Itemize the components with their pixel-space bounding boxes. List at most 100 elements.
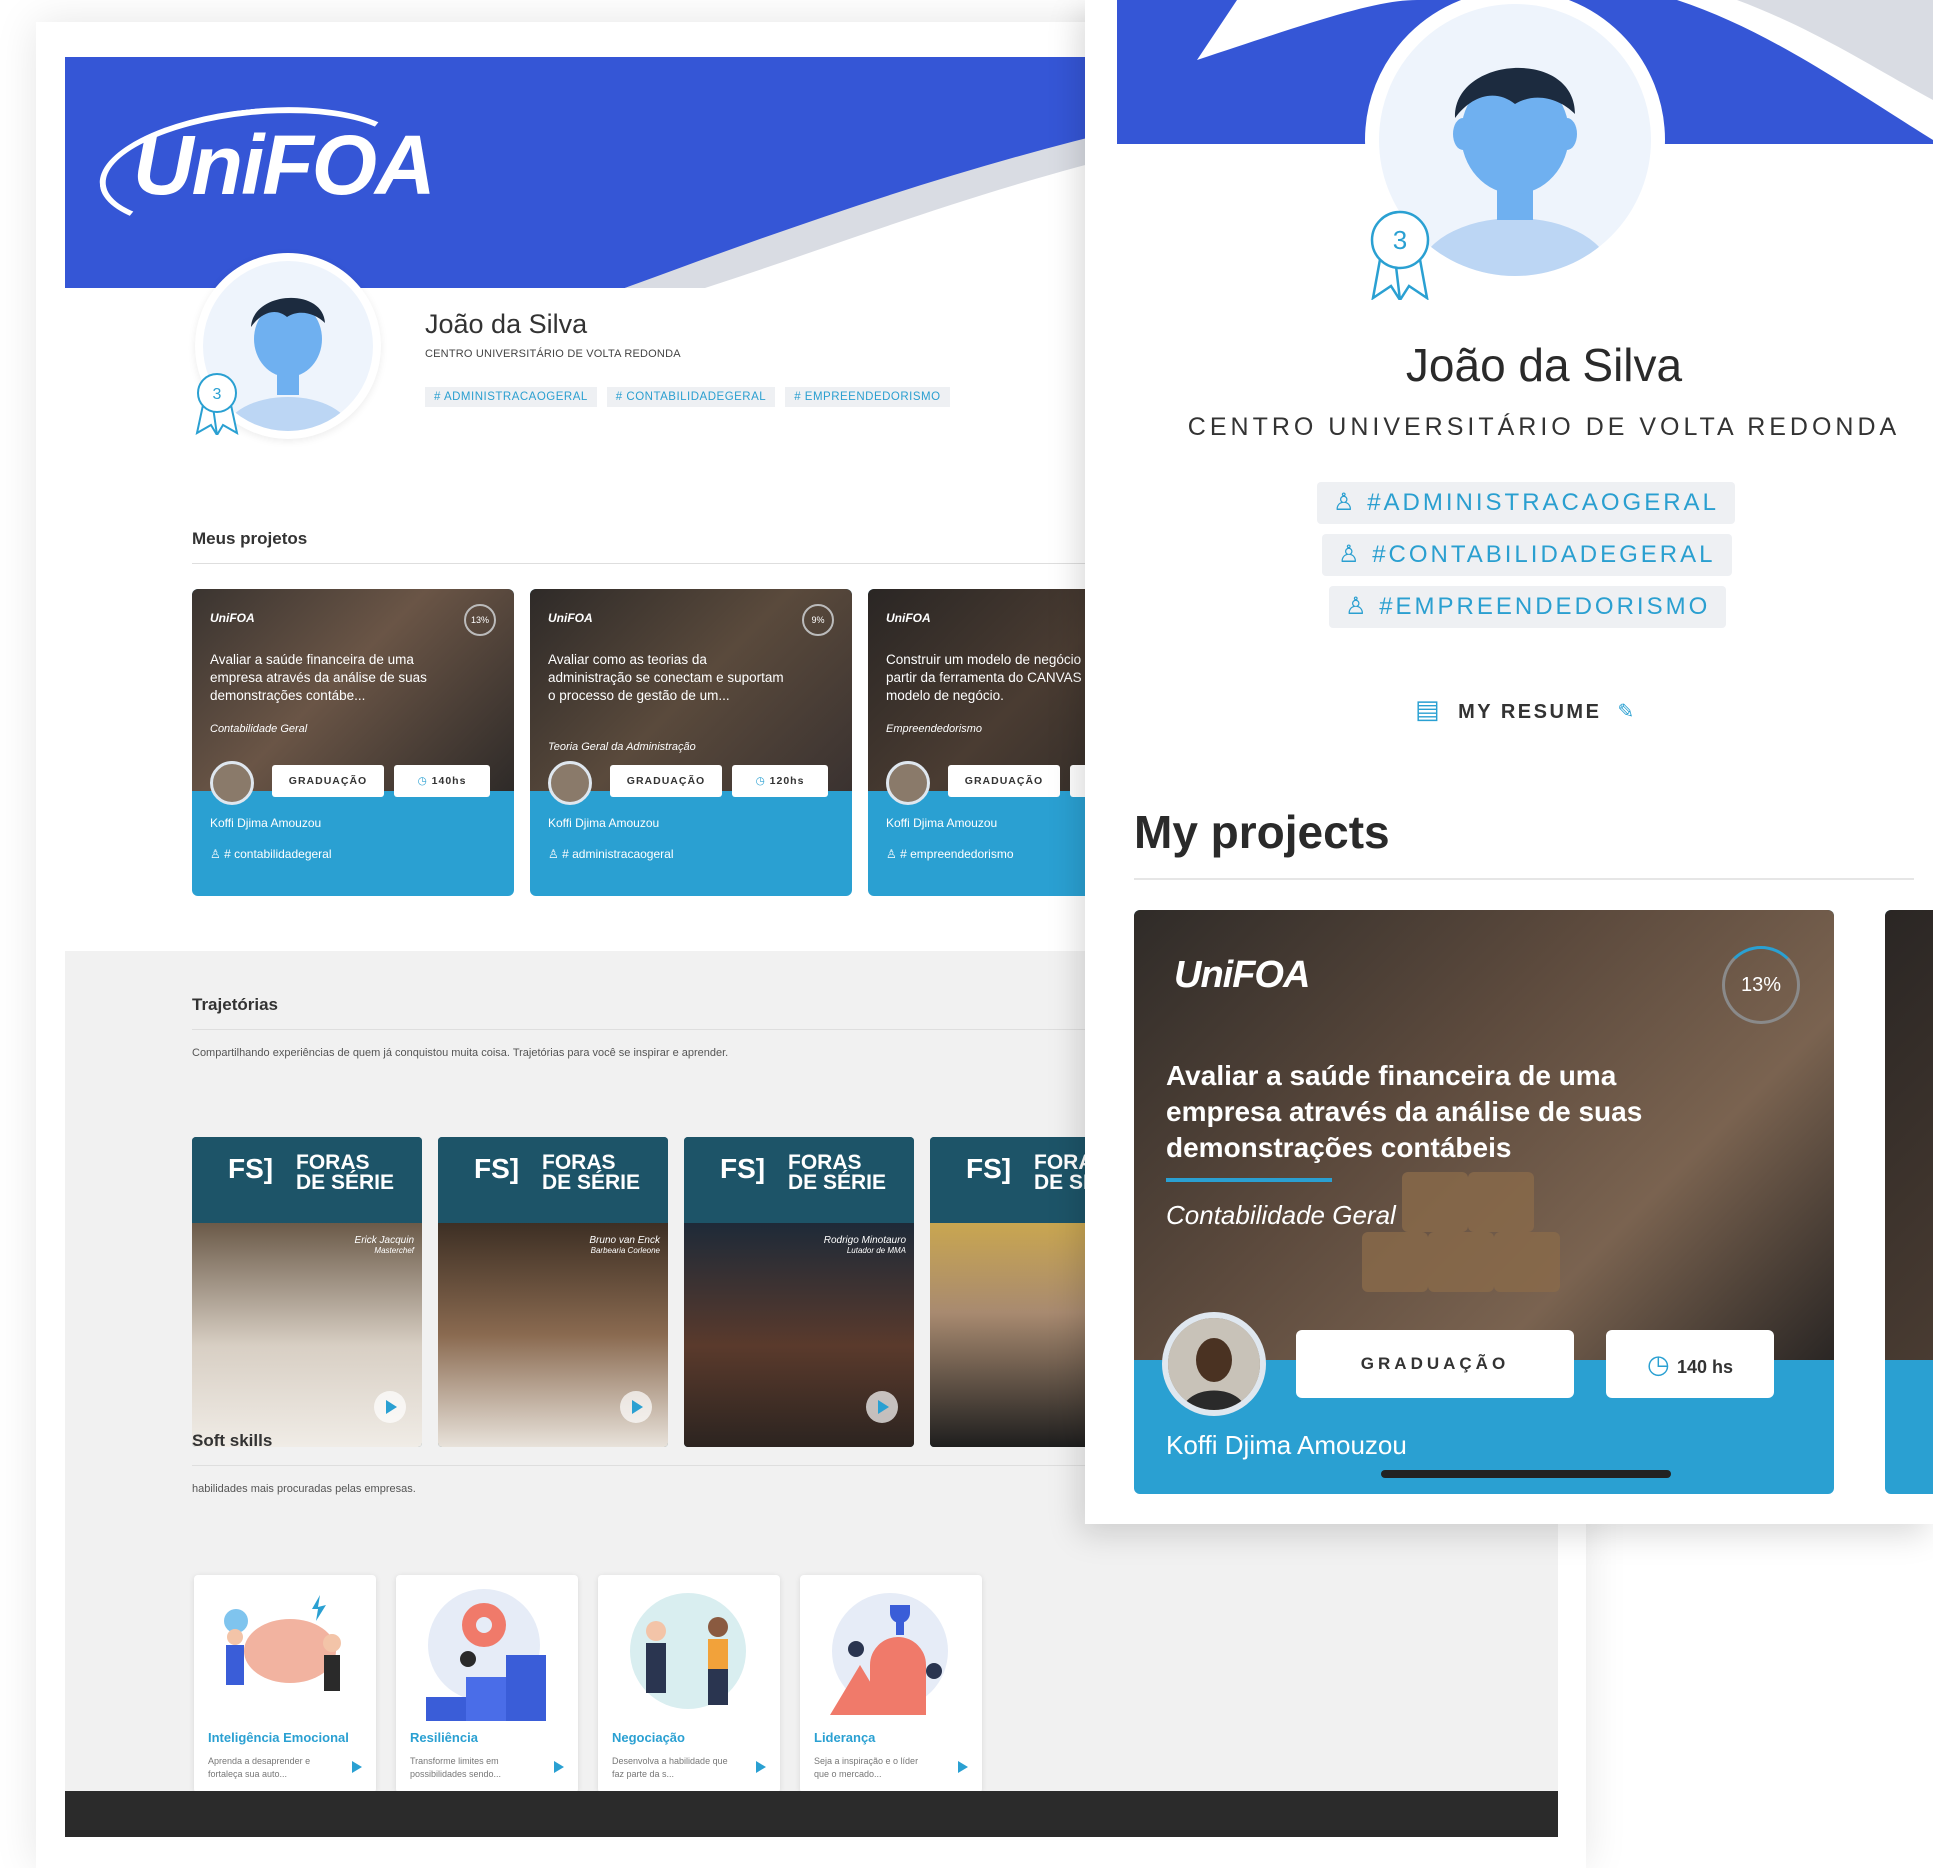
profile-school: CENTRO UNIVERSITÁRIO DE VOLTA REDONDA (425, 348, 681, 360)
tag-empreendedorismo[interactable]: ♙ #EMPREENDEDORISMO (1329, 586, 1727, 628)
soft-skill-desc: Transforme limites em possibilidades sen… (410, 1756, 502, 1779)
person-name: Erick Jacquin (354, 1235, 414, 1246)
ribbon-icon: ♙ (1345, 593, 1380, 620)
leadership-illustration (830, 1593, 948, 1715)
clock-icon: ◷ (1647, 1349, 1677, 1379)
project-card[interactable]: UniFOA 9% Avaliar como as teorias da adm… (530, 589, 852, 896)
profile-tags: # ADMINISTRACAOGERAL # CONTABILIDADEGERA… (425, 387, 950, 407)
negotiation-illustration (630, 1593, 746, 1709)
level-badge-count: 3 (1393, 225, 1407, 255)
soft-skill-card[interactable]: Resiliência Transforme limites em possib… (396, 1575, 578, 1793)
author-avatar (210, 761, 254, 805)
level-chip: GRADUAÇÃO (272, 765, 384, 797)
project-author: Koffi Djima Amouzou (886, 816, 998, 830)
person-name: Bruno van Enck (589, 1235, 660, 1246)
fs-logo-icon: FS] (228, 1153, 274, 1184)
project-progress: 9% (802, 604, 834, 636)
author-avatar (548, 761, 592, 805)
play-icon[interactable] (620, 1391, 652, 1423)
soft-skill-card[interactable]: Negociação Desenvolva a habilidade que f… (598, 1575, 780, 1793)
play-icon[interactable] (352, 1761, 362, 1773)
project-area: Teoria Geral da Administração (548, 741, 696, 753)
tag-label: #CONTABILIDADEGERAL (1372, 541, 1716, 568)
emotional-intelligence-illustration (224, 1595, 341, 1691)
trajectories-title: Trajetórias (192, 995, 278, 1014)
trajectory-card[interactable]: FS] FORAS DE SÉRIE Rodrigo Minotauro Lutad… (684, 1137, 914, 1447)
my-resume-link[interactable]: ▤ MY RESUME ✎ (1415, 694, 1637, 725)
foras-de-serie-header: FS] FORAS DE SÉRIE (684, 1137, 914, 1223)
tag-administracaogeral[interactable]: ♙ #ADMINISTRACAOGERAL (1317, 482, 1735, 524)
profile-school: CENTRO UNIVERSITÁRIO DE VOLTA REDONDA (1187, 413, 1901, 441)
hours-value: 120hs (769, 775, 805, 787)
brand-name: FORAS DE SÉRIE (542, 1151, 640, 1193)
project-tag[interactable]: ♙ # empreendedorismo (886, 847, 1014, 861)
tag-contabilidadegeral[interactable]: ♙ #CONTABILIDADEGERAL (1322, 534, 1732, 576)
project-progress: 13% (464, 604, 496, 636)
project-logo: UniFOA (548, 611, 593, 625)
soft-skill-title: Resiliência (410, 1730, 478, 1745)
project-progress: 13% (1722, 946, 1800, 1024)
brand-line-1: FORAS (788, 1151, 862, 1174)
soft-skills-title: Soft skills (192, 1431, 273, 1450)
profile-name: João da Silva (1405, 339, 1683, 391)
project-card[interactable]: UniFOA 13% Avaliar a saúde financeira de… (192, 589, 514, 896)
edit-pencil-icon[interactable]: ✎ (1617, 701, 1636, 723)
person-caption: Rodrigo Minotauro Lutador de MMA (824, 1235, 906, 1255)
foras-de-serie-header: FS] FORAS DE SÉRIE (192, 1137, 422, 1223)
soft-skill-card[interactable]: Liderança Seja a inspiração e o líder qu… (800, 1575, 982, 1793)
person-name: Rodrigo Minotauro (823, 1235, 906, 1246)
play-icon[interactable] (866, 1391, 898, 1423)
ribbon-icon: ♙ (1333, 489, 1368, 516)
brand-line-1: FORAS (542, 1151, 616, 1174)
level-chip: GRADUAÇÃO (948, 765, 1060, 797)
project-title: Avaliar a saúde financeira de uma empres… (1166, 1060, 1643, 1163)
tag-label: #ADMINISTRACAOGERAL (1367, 489, 1719, 516)
brand-line-2: DE SÉRIE (296, 1171, 395, 1194)
author-avatar (1162, 1312, 1266, 1416)
project-card[interactable]: UniFOA 13% Avaliar a saúde financeira de… (1134, 910, 1834, 1494)
person-caption: Bruno van Enck Barbearia Corleone (589, 1235, 660, 1255)
project-area: Contabilidade Geral (1166, 1200, 1396, 1230)
project-logo: UniFOA (886, 611, 931, 625)
project-author: Koffi Djima Amouzou (210, 816, 322, 830)
page: UniFOA 3 João da Silva CENTRO UNIVERSITÁ… (0, 0, 1933, 1868)
soft-skill-desc: Aprenda a desaprender e fortaleça sua au… (208, 1756, 311, 1779)
unifoa-logo: UniFOA (133, 118, 436, 212)
author-avatar (886, 761, 930, 805)
project-author: Koffi Djima Amouzou (548, 816, 660, 830)
level-chip: GRADUAÇÃO (610, 765, 722, 797)
tag-administracaogeral[interactable]: # ADMINISTRACAOGERAL (425, 387, 597, 407)
foras-de-serie-header: FS] FORAS DE SÉRIE (438, 1137, 668, 1223)
project-area: Contabilidade Geral (210, 723, 308, 735)
soft-skills-description: habilidades mais procuradas pelas empres… (192, 1483, 416, 1495)
trajectory-card[interactable]: FS] FORAS DE SÉRIE Erick Jacquin Masterche… (192, 1137, 422, 1447)
play-icon[interactable] (374, 1391, 406, 1423)
soft-skill-desc: Desenvolva a habilidade que faz parte da… (612, 1756, 728, 1779)
project-tag[interactable]: ♙ # contabilidadegeral (210, 847, 332, 861)
tag-empreendedorismo[interactable]: # EMPREENDEDORISMO (785, 387, 950, 407)
play-icon[interactable] (756, 1761, 766, 1773)
project-tag-label: # administracaogeral (562, 847, 674, 861)
soft-skill-title: Inteligência Emocional (208, 1730, 349, 1745)
project-logo: UniFOA (1174, 954, 1310, 996)
soft-skill-card[interactable]: Inteligência Emocional Aprenda a desapre… (194, 1575, 376, 1793)
title-underline (1166, 1178, 1332, 1182)
play-icon[interactable] (958, 1761, 968, 1773)
level-badge: 3 (1367, 208, 1433, 305)
soft-skill-desc: Seja a inspiração e o líder que o mercad… (814, 1756, 919, 1779)
carousel-scrollbar[interactable] (1381, 1470, 1671, 1478)
hours-chip: ◷ 140hs (394, 765, 490, 797)
trajectory-card[interactable]: FS] FORAS DE SÉRIE Bruno van Enck Barbeari… (438, 1137, 668, 1447)
play-icon[interactable] (554, 1761, 564, 1773)
project-card-next[interactable] (1885, 910, 1933, 1494)
tag-contabilidadegeral[interactable]: # CONTABILIDADEGERAL (606, 387, 776, 407)
project-tag-label: # empreendedorismo (900, 847, 1014, 861)
soft-skill-title: Negociação (612, 1730, 685, 1745)
person-role: Barbearia Corleone (590, 1246, 660, 1255)
mobile-profile-page: 3 João da Silva CENTRO UNIVERSITÁRIO DE … (1085, 0, 1933, 1524)
hours-chip: ◷ 140 hs (1606, 1330, 1774, 1398)
projects-divider (1134, 878, 1914, 880)
fs-logo-icon: FS] (966, 1153, 1012, 1184)
project-tag[interactable]: ♙ # administracaogeral (548, 847, 674, 861)
brand-name: FORAS DE SÉRIE (296, 1152, 395, 1194)
